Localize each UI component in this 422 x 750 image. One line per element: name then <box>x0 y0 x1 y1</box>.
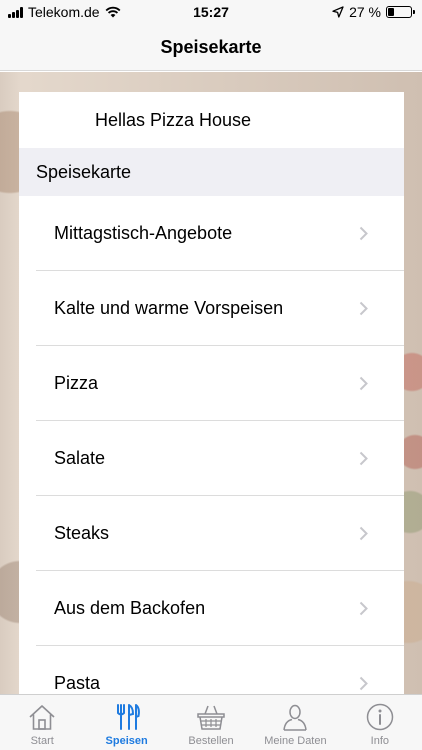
menu-item-mittagstisch[interactable]: Mittagstisch-Angebote <box>19 196 404 271</box>
menu-item-label: Aus dem Backofen <box>54 598 206 618</box>
home-icon <box>29 705 55 730</box>
tab-start[interactable]: Start <box>0 695 84 750</box>
tab-bar: Start Speisen Bestellen Meine Daten Info <box>0 694 422 750</box>
page-title: Speisekarte <box>160 36 262 57</box>
section-header: Speisekarte <box>19 148 404 196</box>
user-icon <box>283 704 308 731</box>
chevron-right-icon <box>359 601 368 616</box>
chevron-right-icon <box>359 451 368 466</box>
menu-item-pizza[interactable]: Pizza <box>19 346 404 421</box>
menu-item-backofen[interactable]: Aus dem Backofen <box>19 571 404 646</box>
battery-fill <box>388 8 394 16</box>
tab-meine-daten[interactable]: Meine Daten <box>253 695 337 750</box>
tab-label: Start <box>30 735 54 747</box>
tab-label: Info <box>370 735 389 747</box>
battery-percent: 27 % <box>349 4 381 20</box>
menu-item-label: Kalte und warme Vorspeisen <box>54 298 284 318</box>
battery-icon <box>386 6 415 18</box>
tab-label: Meine Daten <box>264 735 327 747</box>
tab-speisen[interactable]: Speisen <box>84 695 168 750</box>
chevron-right-icon <box>359 376 368 391</box>
chevron-right-icon <box>359 676 368 691</box>
menu-item-steaks[interactable]: Steaks <box>19 496 404 571</box>
status-bar: Telekom.de 15:27 27 % <box>0 0 422 24</box>
chevron-right-icon <box>359 526 368 541</box>
cutlery-icon <box>116 704 140 730</box>
info-icon <box>366 703 394 731</box>
navigation-bar: Speisekarte <box>0 24 422 71</box>
tab-label: Bestellen <box>188 735 234 747</box>
basket-icon <box>197 705 225 730</box>
tab-label: Speisen <box>105 735 148 747</box>
menu-item-label: Pizza <box>54 373 99 393</box>
location-arrow-icon <box>332 6 344 18</box>
menu-item-label: Salate <box>54 448 106 468</box>
restaurant-name: Hellas Pizza House <box>95 109 252 130</box>
tab-info[interactable]: Info <box>338 695 422 750</box>
menu-item-label: Pasta <box>54 673 101 693</box>
menu-item-pasta[interactable]: Pasta <box>19 646 404 694</box>
tab-bestellen[interactable]: Bestellen <box>169 695 253 750</box>
menu-item-label: Steaks <box>54 523 110 543</box>
menu-item-salate[interactable]: Salate <box>19 421 404 496</box>
menu-item-vorspeisen[interactable]: Kalte und warme Vorspeisen <box>19 271 404 346</box>
chevron-right-icon <box>359 301 368 316</box>
menu-card[interactable]: Hellas Pizza House Speisekarte Mittagsti… <box>19 92 404 694</box>
menu-item-label: Mittagstisch-Angebote <box>54 223 233 243</box>
status-right: 27 % <box>332 4 415 20</box>
chevron-right-icon <box>359 226 368 241</box>
menu-category-list: Mittagstisch-Angebote Kalte und warme Vo… <box>19 196 404 694</box>
